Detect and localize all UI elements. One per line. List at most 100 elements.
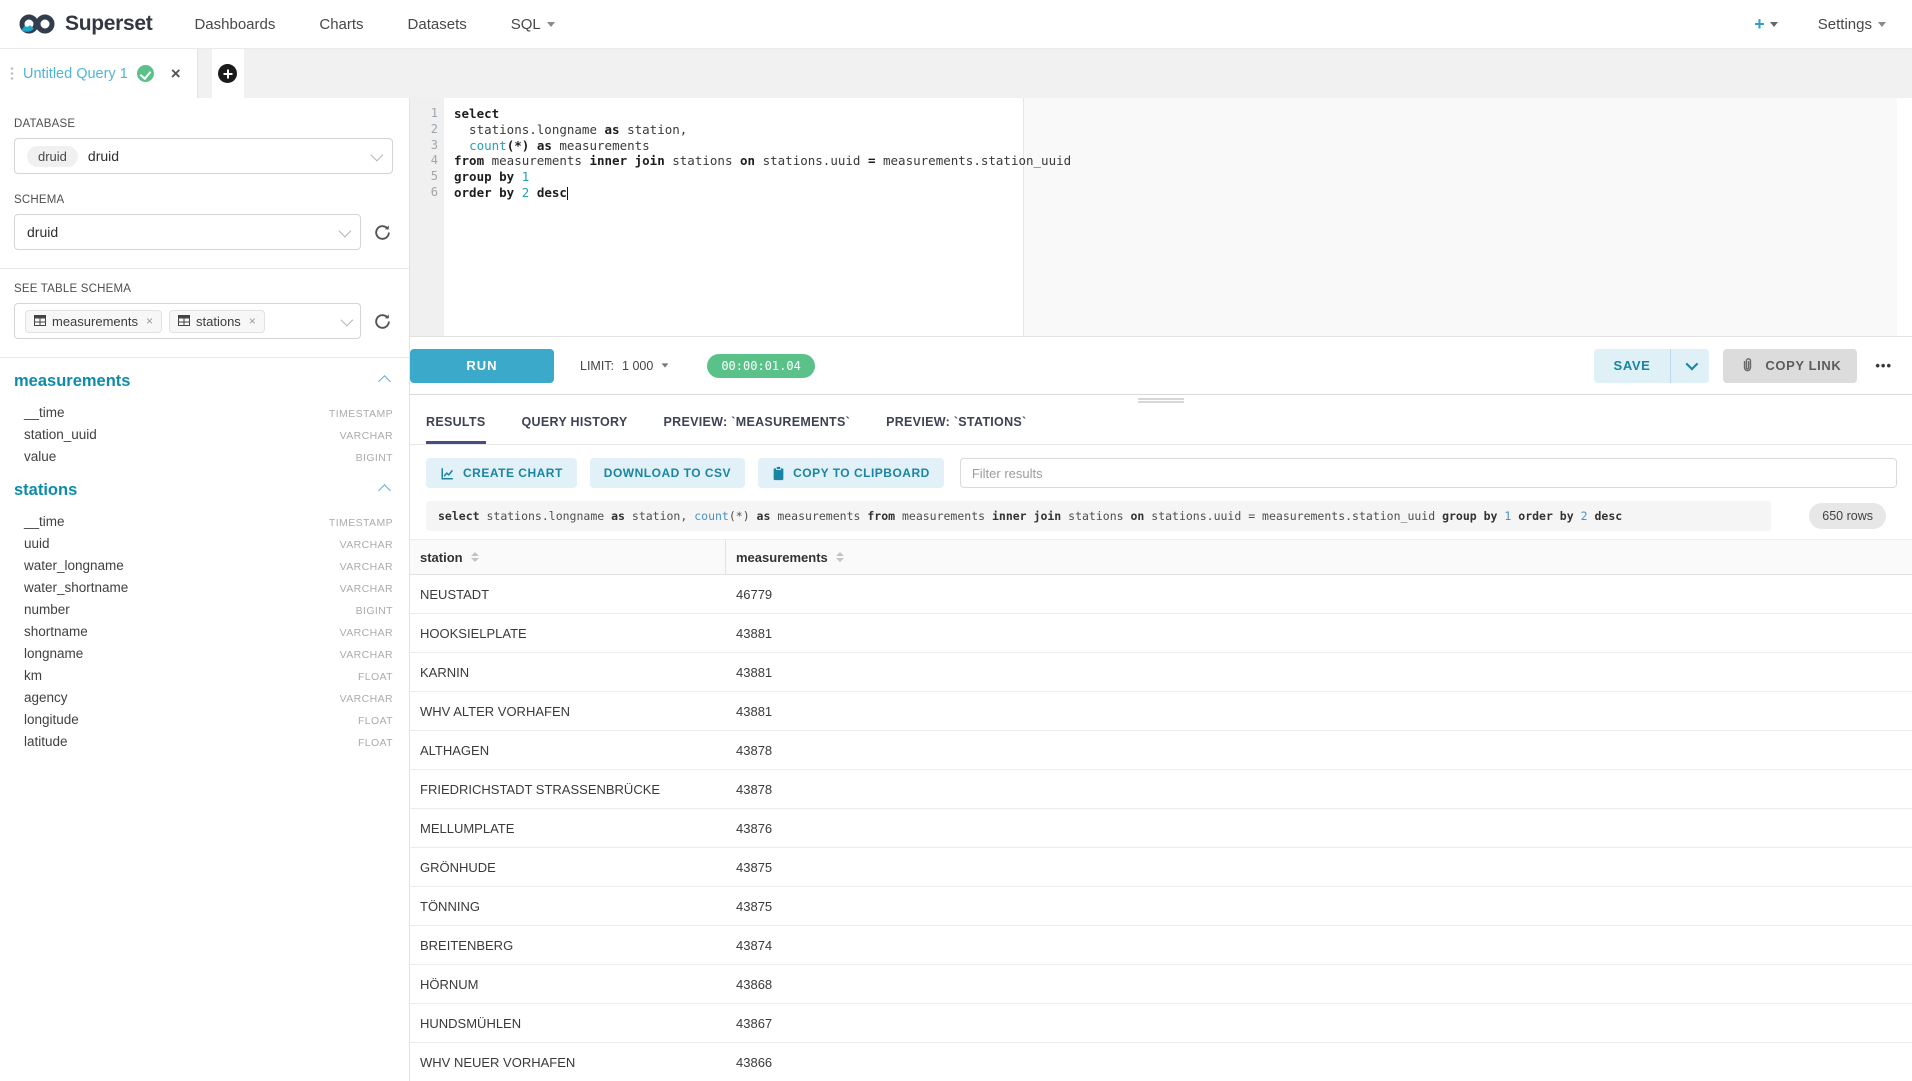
code-line: order by 2 desc: [454, 185, 1912, 201]
remove-table-icon[interactable]: [146, 314, 153, 328]
column-name: __time: [24, 405, 65, 420]
cell-measurements: 43881: [726, 614, 782, 652]
column-header-measurements[interactable]: measurements: [726, 540, 854, 574]
database-select[interactable]: druid druid: [14, 138, 393, 174]
cell-measurements: 43867: [726, 1004, 782, 1042]
column-name: shortname: [24, 624, 88, 639]
download-csv-button[interactable]: DOWNLOAD TO CSV: [590, 458, 745, 488]
table-row[interactable]: TÖNNING43875: [410, 887, 1912, 926]
nav-item-sql[interactable]: SQL: [489, 16, 577, 33]
column-name: number: [24, 602, 70, 617]
table-row[interactable]: WHV ALTER VORHAFEN43881: [410, 692, 1912, 731]
more-actions-button[interactable]: •••: [1871, 358, 1896, 373]
cell-station: HOOKSIELPLATE: [410, 614, 726, 652]
cell-measurements: 43866: [726, 1043, 782, 1081]
tab-label: Untitled Query 1: [23, 66, 128, 82]
nav-item-dashboards[interactable]: Dashboards: [172, 16, 297, 33]
schema-select[interactable]: druid: [14, 214, 361, 250]
column-header-station[interactable]: station: [410, 540, 726, 574]
editor-code[interactable]: select stations.longname as station, cou…: [444, 98, 1912, 336]
add-tab-button[interactable]: [212, 49, 244, 98]
table-schema-header[interactable]: stations: [14, 481, 393, 500]
table-row[interactable]: FRIEDRICHSTADT STRASSENBRÜCKE43878: [410, 770, 1912, 809]
table-row[interactable]: KARNIN43881: [410, 653, 1912, 692]
table-name: measurements: [14, 372, 130, 391]
superset-logo[interactable]: Superset: [18, 12, 152, 36]
results-tab-query-history[interactable]: QUERY HISTORY: [522, 415, 628, 444]
copy-clipboard-button[interactable]: COPY TO CLIPBOARD: [758, 458, 944, 488]
nav-item-datasets[interactable]: Datasets: [386, 16, 489, 33]
results-tab-preview-measurements[interactable]: PREVIEW: `MEASUREMENTS`: [664, 415, 851, 444]
remove-table-icon[interactable]: [249, 314, 256, 328]
cell-station: BREITENBERG: [410, 926, 726, 964]
chevron-down-icon: [371, 148, 384, 161]
table-row[interactable]: HUNDSMÜHLEN43867: [410, 1004, 1912, 1043]
chevron-up-icon[interactable]: [378, 375, 391, 388]
results-tab-bar: RESULTS QUERY HISTORY PREVIEW: `MEASUREMEN…: [410, 403, 1912, 445]
results-tab-results[interactable]: RESULTS: [426, 415, 486, 444]
column-header-label: measurements: [736, 550, 828, 565]
table-row[interactable]: WHV NEUER VORHAFEN43866: [410, 1043, 1912, 1081]
results-grid-header: station measurements: [410, 539, 1912, 575]
table-schema-header[interactable]: measurements: [14, 372, 393, 391]
copy-link-button[interactable]: COPY LINK: [1723, 349, 1857, 383]
filter-results-input[interactable]: [960, 458, 1897, 488]
table-pill-measurements[interactable]: measurements: [25, 310, 162, 333]
close-icon[interactable]: [171, 65, 181, 82]
copy-clipboard-label: COPY TO CLIPBOARD: [793, 466, 930, 480]
code-line: select: [454, 106, 1912, 122]
table-select[interactable]: measurements stations: [14, 303, 361, 339]
table-row[interactable]: MELLUMPLATE43876: [410, 809, 1912, 848]
chevron-down-icon: [341, 313, 354, 326]
chevron-up-icon[interactable]: [378, 484, 391, 497]
save-menu-button[interactable]: [1671, 349, 1709, 383]
cell-measurements: 43876: [726, 809, 782, 847]
table-pill-stations[interactable]: stations: [169, 310, 265, 333]
limit-dropdown[interactable]: LIMIT: 1 000: [580, 359, 669, 373]
refresh-schema-button[interactable]: [371, 221, 393, 243]
column-type: BIGINT: [356, 605, 393, 617]
nav-item-charts[interactable]: Charts: [297, 16, 385, 33]
sort-icon[interactable]: [836, 552, 844, 562]
cell-station: WHV ALTER VORHAFEN: [410, 692, 726, 730]
database-value: druid: [88, 148, 119, 164]
column-name: latitude: [24, 734, 68, 749]
column-name: water_longname: [24, 558, 124, 573]
brand-name: Superset: [65, 12, 152, 36]
column-name: water_shortname: [24, 580, 128, 595]
table-schema-stations: stations__timeTIMESTAMPuuidVARCHARwater_…: [14, 481, 393, 752]
results-toolbar: CREATE CHART DOWNLOAD TO CSV COPY TO CLI…: [410, 445, 1912, 501]
tab-untitled-query[interactable]: Untitled Query 1: [0, 49, 198, 98]
sql-editor[interactable]: 123456 select stations.longname as stati…: [410, 98, 1912, 337]
refresh-icon: [373, 223, 392, 242]
database-label: DATABASE: [14, 118, 393, 130]
cell-station: HÖRNUM: [410, 965, 726, 1003]
column-name: station_uuid: [24, 427, 97, 442]
column-row: agencyVARCHAR: [14, 686, 393, 708]
column-type: FLOAT: [358, 715, 393, 727]
settings-label: Settings: [1818, 16, 1872, 33]
results-tab-preview-stations[interactable]: PREVIEW: `STATIONS`: [886, 415, 1026, 444]
executed-query-row: select stations.longname as station, cou…: [410, 501, 1912, 539]
table-row[interactable]: HOOKSIELPLATE43881: [410, 614, 1912, 653]
column-row: latitudeFLOAT: [14, 730, 393, 752]
table-row[interactable]: GRÖNHUDE43875: [410, 848, 1912, 887]
table-icon: [178, 314, 190, 329]
table-row[interactable]: ALTHAGEN43878: [410, 731, 1912, 770]
table-row[interactable]: HÖRNUM43868: [410, 965, 1912, 1004]
settings-menu[interactable]: Settings: [1818, 16, 1886, 33]
refresh-tables-button[interactable]: [371, 310, 393, 332]
cell-measurements: 43881: [726, 692, 782, 730]
divider: [0, 357, 409, 358]
drag-handle-icon: [10, 66, 14, 82]
caret-down-icon: [662, 363, 669, 367]
column-name: km: [24, 668, 42, 683]
create-chart-button[interactable]: CREATE CHART: [426, 458, 577, 488]
sort-icon[interactable]: [471, 552, 479, 562]
save-button[interactable]: SAVE: [1594, 349, 1672, 383]
pane-splitter[interactable]: [410, 394, 1912, 403]
table-row[interactable]: BREITENBERG43874: [410, 926, 1912, 965]
table-row[interactable]: NEUSTADT46779: [410, 575, 1912, 614]
run-button[interactable]: RUN: [410, 349, 554, 383]
new-item-button[interactable]: +: [1754, 14, 1778, 35]
